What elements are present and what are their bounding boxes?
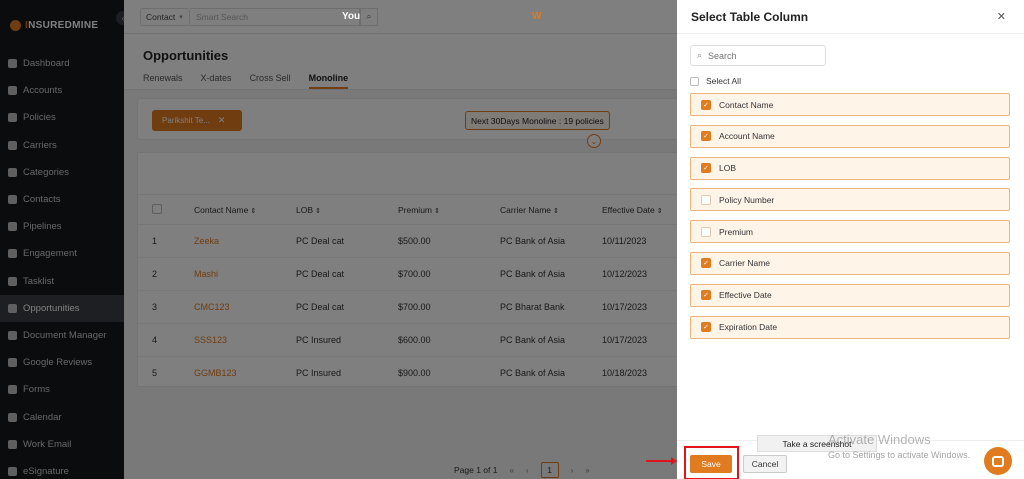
select-all-label: Select All	[706, 76, 741, 86]
close-icon[interactable]: ✕	[997, 10, 1006, 23]
select-all-checkbox[interactable]	[690, 76, 699, 86]
column-option-premium[interactable]: Premium	[690, 220, 1010, 244]
drawer-title: Select Table Column	[691, 9, 809, 24]
column-option-label: Effective Date	[719, 290, 772, 301]
windows-watermark-title: Activate Windows	[828, 432, 931, 447]
checkbox-unchecked-icon[interactable]	[701, 226, 711, 237]
chat-button[interactable]	[984, 447, 1012, 475]
user-label: You	[342, 11, 361, 22]
column-option-policy-number[interactable]: Policy Number	[690, 188, 1010, 212]
column-option-label: Account Name	[719, 131, 775, 142]
checkbox-checked-icon[interactable]: ✓	[701, 163, 711, 174]
column-list: ✓ Contact Name ✓ Account Name ✓ LOB Policy Num…	[690, 93, 1010, 347]
arrow-icon	[646, 457, 677, 465]
checkbox-checked-icon[interactable]: ✓	[701, 258, 711, 269]
column-option-label: Contact Name	[719, 99, 774, 110]
column-option-account-name[interactable]: ✓ Account Name	[690, 124, 1010, 148]
column-option-expiration-date[interactable]: ✓ Expiration Date	[690, 315, 1010, 339]
column-option-label: Expiration Date	[719, 322, 778, 333]
modal-backdrop[interactable]	[0, 0, 677, 479]
column-search-field[interactable]: ⌕	[690, 45, 826, 66]
select-all-option[interactable]: Select All	[690, 76, 741, 86]
column-option-lob[interactable]: ✓ LOB	[690, 156, 1010, 180]
checkbox-checked-icon[interactable]: ✓	[701, 99, 711, 110]
checkbox-checked-icon[interactable]: ✓	[701, 290, 711, 301]
windows-watermark-subtitle: Go to Settings to activate Windows.	[828, 450, 971, 460]
checkbox-checked-icon[interactable]: ✓	[701, 322, 711, 333]
select-column-drawer: Select Table Column ✕ ⌕ Select All ✓ Cont…	[677, 0, 1024, 479]
column-option-label: LOB	[719, 163, 737, 174]
column-option-effective-date[interactable]: ✓ Effective Date	[690, 283, 1010, 307]
checkbox-checked-icon[interactable]: ✓	[701, 131, 711, 142]
chat-icon	[992, 455, 1004, 467]
drawer-header: Select Table Column	[677, 0, 1024, 34]
column-search-input[interactable]	[708, 50, 809, 61]
column-option-contact-name[interactable]: ✓ Contact Name	[690, 93, 1010, 116]
save-button[interactable]: Save	[690, 455, 732, 473]
search-icon: ⌕	[697, 50, 703, 60]
column-option-label: Policy Number	[719, 194, 775, 205]
column-option-carrier-name[interactable]: ✓ Carrier Name	[690, 251, 1010, 275]
column-option-label: Carrier Name	[719, 258, 771, 269]
user-avatar[interactable]: W	[532, 11, 541, 22]
cancel-button[interactable]: Cancel	[743, 455, 787, 473]
checkbox-unchecked-icon[interactable]	[701, 194, 711, 205]
column-option-label: Premium	[719, 226, 754, 237]
